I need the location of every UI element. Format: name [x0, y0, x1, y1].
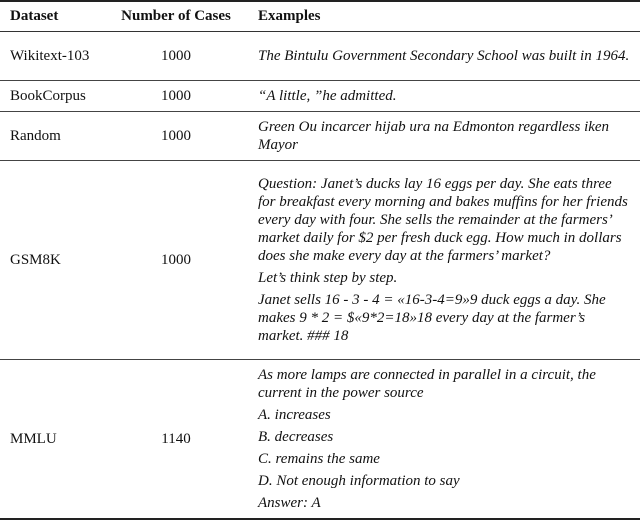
table-row: GSM8K 1000 Question: Janet’s ducks lay 1…	[0, 161, 640, 360]
case-count: 1000	[161, 47, 191, 64]
header-examples: Examples	[258, 7, 321, 24]
example-answer: Janet sells 16 - 3 - 4 = «16-3-4=9»9 duc…	[258, 292, 606, 344]
example-cell: “A little, ”he admitted.	[248, 81, 640, 112]
case-count: 1000	[161, 87, 191, 104]
example-prompt: Let’s think step by step.	[258, 270, 398, 286]
header-dataset: Dataset	[10, 7, 59, 24]
dataset-name: GSM8K	[10, 251, 61, 268]
dataset-name: MMLU	[10, 430, 57, 447]
table-row: Random 1000 Green Ou incarcer hijab ura …	[0, 112, 640, 161]
example-cell: As more lamps are connected in parallel …	[248, 360, 640, 520]
example-cell: Green Ou incarcer hijab ura na Edmonton …	[248, 112, 640, 161]
example-text: The Bintulu Government Secondary School …	[258, 48, 630, 64]
case-count: 1000	[161, 251, 191, 268]
table-row: Wikitext-103 1000 The Bintulu Government…	[0, 32, 640, 81]
example-question: As more lamps are connected in parallel …	[258, 367, 596, 401]
example-option-a: A. increases	[258, 407, 331, 423]
dataset-name: BookCorpus	[10, 87, 86, 104]
example-cell: Question: Janet’s ducks lay 16 eggs per …	[248, 161, 640, 360]
example-text: “A little, ”he admitted.	[258, 88, 397, 104]
example-question: Question: Janet’s ducks lay 16 eggs per …	[258, 176, 628, 264]
case-count: 1000	[161, 127, 191, 144]
example-text: Green Ou incarcer hijab ura na Edmonton …	[258, 119, 610, 153]
case-count: 1140	[161, 430, 191, 447]
table-header-row: Dataset Number of Cases Examples	[0, 1, 640, 32]
example-cell: The Bintulu Government Secondary School …	[248, 32, 640, 81]
example-option-c: C. remains the same	[258, 451, 380, 467]
example-option-d: D. Not enough information to say	[258, 473, 460, 489]
datasets-table: Dataset Number of Cases Examples Wikitex…	[0, 0, 640, 520]
table-row: BookCorpus 1000 “A little, ”he admitted.	[0, 81, 640, 112]
dataset-name: Random	[10, 127, 61, 144]
header-number-of-cases: Number of Cases	[121, 7, 231, 24]
table-row: MMLU 1140 As more lamps are connected in…	[0, 360, 640, 520]
example-answer: Answer: A	[258, 495, 321, 511]
example-option-b: B. decreases	[258, 429, 334, 445]
dataset-name: Wikitext-103	[10, 47, 90, 64]
